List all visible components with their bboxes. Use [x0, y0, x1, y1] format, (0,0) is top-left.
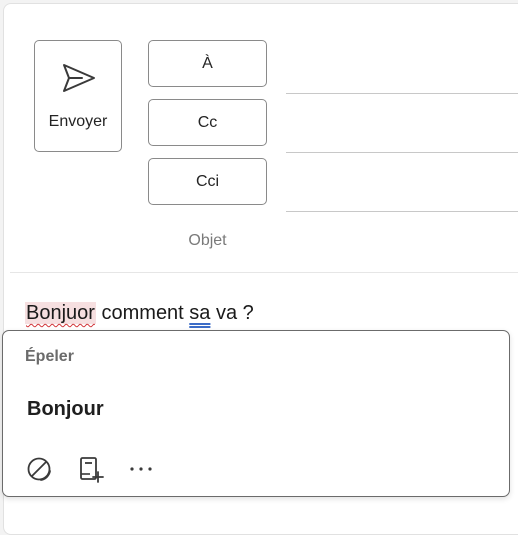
ignore-icon[interactable]	[25, 455, 53, 483]
send-button[interactable]: Envoyer	[34, 40, 122, 152]
spelling-suggestion-popup: Épeler Bonjour	[2, 330, 510, 497]
more-options-icon[interactable]	[128, 455, 156, 483]
send-label: Envoyer	[48, 113, 108, 130]
subject-field[interactable]: Objet	[148, 232, 267, 250]
header-divider	[10, 272, 518, 273]
to-button[interactable]: À	[148, 40, 267, 87]
to-field[interactable]	[286, 93, 518, 94]
bcc-field[interactable]	[286, 211, 518, 212]
body-text-middle: comment	[95, 302, 190, 324]
spelling-suggestion[interactable]: Bonjour	[27, 398, 104, 421]
grammar-flagged-word[interactable]: sa	[189, 302, 210, 324]
message-body[interactable]: Bonjuor comment sa va ?	[25, 302, 254, 325]
cc-field[interactable]	[286, 152, 518, 153]
body-text-end: va ?	[210, 302, 254, 324]
send-icon	[63, 64, 95, 92]
cc-button[interactable]: Cc	[148, 99, 267, 146]
add-to-dictionary-icon[interactable]	[76, 455, 104, 483]
misspelled-word[interactable]: Bonjuor	[25, 302, 96, 324]
popup-title: Épeler	[25, 348, 74, 365]
bcc-button[interactable]: Cci	[148, 158, 267, 205]
